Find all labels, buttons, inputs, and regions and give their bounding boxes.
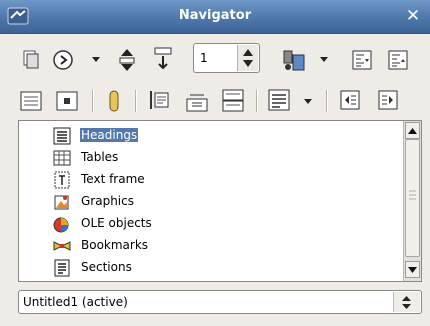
arrow-down-icon — [408, 267, 417, 273]
promote-level-icon[interactable] — [378, 90, 398, 110]
toolbar-separator — [92, 90, 94, 112]
list-item-label: Text frame — [81, 172, 145, 186]
paragraph-up-icon[interactable] — [222, 89, 244, 113]
table-icon — [53, 150, 71, 166]
previous-next-icon[interactable] — [116, 48, 138, 72]
page-number-value[interactable]: 1 — [200, 51, 208, 65]
paragraph-down-icon[interactable] — [186, 91, 208, 113]
arrow-up-icon — [408, 128, 417, 134]
navigator-window: Navigator ✕ 1 Headings Tables Text frame… — [0, 0, 430, 326]
scroll-thumb[interactable] — [405, 139, 420, 257]
list-item-label: Tables — [81, 150, 119, 164]
list-item-label: Bookmarks — [81, 238, 149, 252]
scroll-up-button[interactable] — [405, 122, 420, 139]
ole-objects-icon — [53, 217, 69, 233]
list-item-label: Graphics — [81, 194, 134, 208]
title-bar[interactable]: Navigator ✕ — [0, 0, 430, 34]
grip-icon — [409, 190, 416, 200]
list-box-on-icon[interactable] — [20, 91, 42, 111]
spin-buttons[interactable] — [237, 45, 258, 71]
promote-chapter-icon[interactable] — [352, 50, 372, 70]
headings-icon — [53, 127, 71, 145]
headings-dropdown-icon[interactable] — [304, 99, 312, 105]
close-button[interactable]: ✕ — [402, 5, 424, 27]
toolbar-separator — [326, 90, 328, 112]
scroll-down-button[interactable] — [405, 261, 420, 278]
document-select[interactable]: Untitled1 (active) — [18, 290, 422, 314]
list-item-label: Sections — [81, 260, 132, 274]
toolbar-separator — [135, 90, 137, 112]
list-item-label: Headings — [80, 128, 139, 142]
spin-up-icon[interactable] — [243, 49, 253, 56]
toggle-icon[interactable] — [20, 48, 42, 70]
updown-chevron-icon — [402, 296, 411, 309]
headings-shown-icon[interactable] — [268, 89, 290, 111]
navigation-dropdown-icon[interactable] — [92, 57, 100, 63]
vertical-scrollbar[interactable] — [403, 121, 421, 281]
navigator-content-list[interactable]: Headings Tables Text frame Graphics OLE … — [18, 120, 422, 282]
drag-mode-icon[interactable] — [282, 48, 306, 72]
page-number-spinbox[interactable]: 1 — [193, 43, 260, 73]
demote-chapter-icon[interactable] — [388, 50, 408, 70]
reminder-icon[interactable] — [106, 89, 122, 113]
drag-mode-dropdown-icon[interactable] — [320, 57, 328, 63]
spin-down-icon[interactable] — [243, 60, 253, 67]
close-icon: ✕ — [405, 6, 421, 26]
navigation-icon[interactable] — [52, 49, 74, 71]
document-select-button[interactable] — [393, 292, 420, 312]
header-footer-icon[interactable] — [152, 46, 174, 72]
graphics-icon — [54, 195, 69, 210]
document-select-value: Untitled1 (active) — [23, 295, 128, 309]
heading-icon[interactable] — [148, 89, 170, 111]
window-title: Navigator — [178, 8, 252, 23]
bookmark-icon — [53, 241, 71, 251]
demote-level-icon[interactable] — [340, 90, 360, 110]
sections-icon — [54, 259, 70, 277]
toolbar-separator — [256, 90, 258, 112]
content-view-icon[interactable] — [56, 91, 78, 111]
text-frame-icon — [54, 171, 70, 189]
list-item-label: OLE objects — [81, 216, 152, 230]
